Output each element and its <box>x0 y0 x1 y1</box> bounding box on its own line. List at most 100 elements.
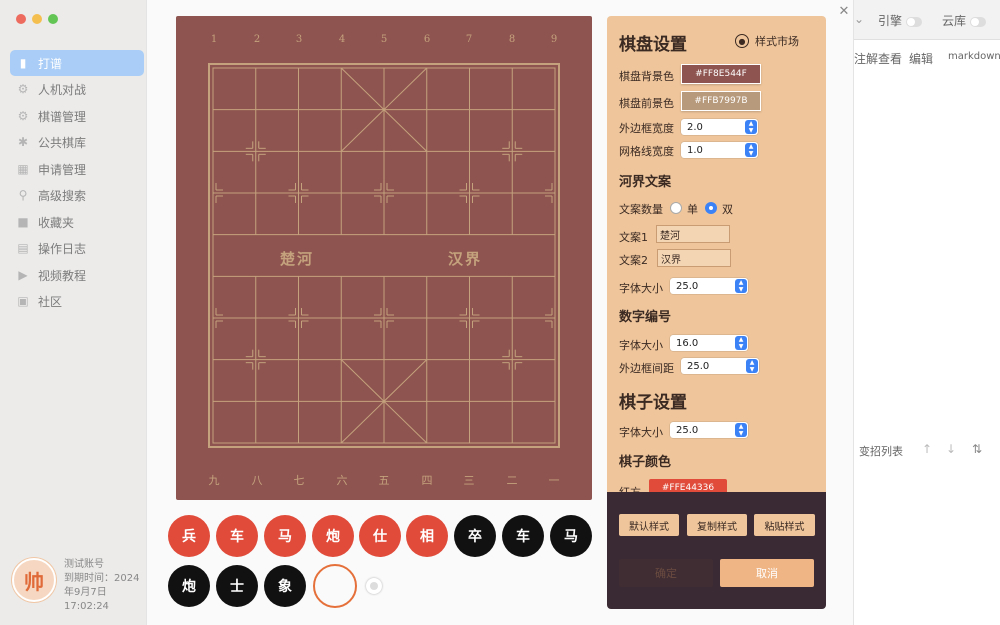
grid-width-stepper[interactable]: 1.0 ▲ ▼ <box>681 142 758 158</box>
river-font-value: 25.0 <box>676 280 699 292</box>
piece-black-cannon[interactable]: 炮 <box>168 565 210 607</box>
river-section-title: 河界文案 <box>619 175 672 190</box>
stepper-arrows-icon[interactable]: ▲ ▼ <box>735 336 747 350</box>
sidebar-item-public-library[interactable]: ✱ 公共棋库 <box>10 129 144 155</box>
fg-color-label: 棋盘前景色 <box>619 97 674 110</box>
close-icon[interactable]: ✕ <box>836 4 852 20</box>
piece-black-soldier[interactable]: 卒 <box>454 515 496 557</box>
sort-icon[interactable]: ⇅ <box>972 442 982 456</box>
column-number-cn: 九 <box>208 474 220 487</box>
empty-piece-slot[interactable] <box>313 564 357 608</box>
tab-edit[interactable]: 编辑 <box>909 50 933 67</box>
chat-icon: ▣ <box>17 294 29 308</box>
column-number: 8 <box>508 34 516 45</box>
variations-label: 变招列表 <box>859 445 903 458</box>
arrow-down-icon[interactable]: ↓ <box>946 442 956 456</box>
piece-red-chariot[interactable]: 车 <box>216 515 258 557</box>
sidebar-item-label: 打谱 <box>38 56 63 71</box>
piece-font-value: 25.0 <box>676 424 699 436</box>
red-color-picker[interactable]: #FFE44336 <box>649 479 727 492</box>
sidebar-item-label: 人机对战 <box>38 82 87 97</box>
radio-single[interactable] <box>670 202 682 214</box>
river-font-stepper[interactable]: 25.0 ▲ ▼ <box>670 278 748 294</box>
zoom-window-button[interactable] <box>48 14 58 24</box>
piece-red-advisor[interactable]: 仕 <box>359 515 401 557</box>
column-number: 9 <box>550 34 558 45</box>
sidebar-item-operation-log[interactable]: ▤ 操作日志 <box>10 235 144 261</box>
stepper-arrows-icon[interactable]: ▲ ▼ <box>745 143 757 157</box>
piece-red-cannon[interactable]: 炮 <box>312 515 354 557</box>
board-grid <box>208 63 560 448</box>
number-section-title: 数字编号 <box>619 310 672 325</box>
avatar[interactable]: 帅 <box>12 558 56 602</box>
user-details: 测试账号 到期时间：2024 年9月7日 17:02:24 <box>64 558 148 614</box>
sidebar-item-record-manage[interactable]: ⚙ 棋谱管理 <box>10 103 144 129</box>
expiry-label: 到期时间：2024 <box>64 573 140 584</box>
username: 测试账号 <box>64 559 104 570</box>
sidebar-item-video-tutorial[interactable]: ▶ 视频教程 <box>10 262 144 288</box>
column-number-cn: 二 <box>506 474 518 487</box>
stepper-arrows-icon[interactable]: ▲ ▼ <box>745 120 757 134</box>
piece-font-stepper[interactable]: 25.0 ▲ ▼ <box>670 422 748 438</box>
default-style-button[interactable]: 默认样式 <box>619 514 679 536</box>
close-window-button[interactable] <box>16 14 26 24</box>
piece-black-advisor[interactable]: 士 <box>216 565 258 607</box>
border-width-stepper[interactable]: 2.0 ▲ ▼ <box>681 119 758 135</box>
bg-color-label: 棋盘背景色 <box>619 70 674 83</box>
column-number-cn: 四 <box>421 474 433 487</box>
number-margin-stepper[interactable]: 25.0 ▲ ▼ <box>681 358 759 374</box>
column-number: 2 <box>253 34 261 45</box>
stepper-arrows-icon[interactable]: ▲ ▼ <box>735 423 747 437</box>
sidebar-item-dapu[interactable]: ▮ 打谱 <box>10 50 144 76</box>
piece-black-horse[interactable]: 马 <box>550 515 592 557</box>
piece-red-horse[interactable]: 马 <box>264 515 306 557</box>
piece-black-elephant[interactable]: 象 <box>264 565 306 607</box>
text1-input[interactable]: 楚河 <box>656 225 730 243</box>
cloud-switch[interactable] <box>970 16 987 27</box>
arrow-up-icon[interactable]: ↑ <box>922 442 932 456</box>
sidebar-item-vs-ai[interactable]: ⚙ 人机对战 <box>10 76 144 102</box>
tab-markdown[interactable]: markdown <box>948 51 1000 62</box>
fg-color-picker[interactable]: #FFB7997B <box>681 91 761 111</box>
river-text-left: 楚河 <box>280 250 315 268</box>
stepper-arrows-icon[interactable]: ▲ ▼ <box>746 359 758 373</box>
tab-annotation-view[interactable]: 注解查看 <box>852 50 902 70</box>
red-color-label: 红方 <box>619 484 641 492</box>
gear-icon: ⚙ <box>17 109 29 123</box>
small-radio-button[interactable] <box>366 578 382 594</box>
number-font-label: 字体大小 <box>619 339 663 352</box>
sidebar-item-community[interactable]: ▣ 社区 <box>10 288 144 314</box>
cancel-button[interactable]: 取消 <box>720 559 814 587</box>
user-info[interactable]: 帅 测试账号 到期时间：2024 年9月7日 17:02:24 <box>12 556 144 614</box>
text1-label: 文案1 <box>619 231 648 244</box>
cloud-toggle[interactable]: 云库 <box>942 12 987 29</box>
style-market-button[interactable]: ● 样式市场 <box>735 33 799 49</box>
river-font-label: 字体大小 <box>619 282 663 295</box>
stepper-arrows-icon[interactable]: ▲ ▼ <box>735 279 747 293</box>
text-count-label: 文案数量 <box>619 203 663 216</box>
chess-board: 1 2 3 4 5 6 7 8 9 九 八 七 六 五 四 三 二 一 楚河 汉… <box>176 16 592 500</box>
sidebar-item-favorites[interactable]: ■ 收藏夹 <box>10 209 144 235</box>
chevron-down-icon[interactable]: ⌄ <box>854 12 864 26</box>
bg-color-picker[interactable]: #FF8E544F <box>681 64 761 84</box>
minimize-window-button[interactable] <box>32 14 42 24</box>
ok-button[interactable]: 确定 <box>619 559 713 587</box>
piece-red-soldier[interactable]: 兵 <box>168 515 210 557</box>
radio-double[interactable] <box>705 202 717 214</box>
number-margin-label: 外边框间距 <box>619 362 674 375</box>
sidebar-item-applications[interactable]: ▦ 申请管理 <box>10 156 144 182</box>
radio-single-label: 单 <box>687 203 698 216</box>
text2-input[interactable]: 汉界 <box>657 249 731 267</box>
copy-style-button[interactable]: 复制样式 <box>687 514 747 536</box>
border-width-label: 外边框宽度 <box>619 122 674 135</box>
number-font-stepper[interactable]: 16.0 ▲ ▼ <box>670 335 748 351</box>
piece-red-elephant[interactable]: 相 <box>406 515 448 557</box>
paste-style-button[interactable]: 粘贴样式 <box>754 514 815 536</box>
sidebar-item-advanced-search[interactable]: ⚲ 高级搜索 <box>10 182 144 208</box>
engine-toggle[interactable]: 引擎 <box>878 12 923 29</box>
asterisk-icon: ✱ <box>17 135 29 149</box>
engine-switch[interactable] <box>906 16 923 27</box>
radio-double-label: 双 <box>722 203 733 216</box>
piece-black-chariot[interactable]: 车 <box>502 515 544 557</box>
cloud-label: 云库 <box>942 14 967 28</box>
